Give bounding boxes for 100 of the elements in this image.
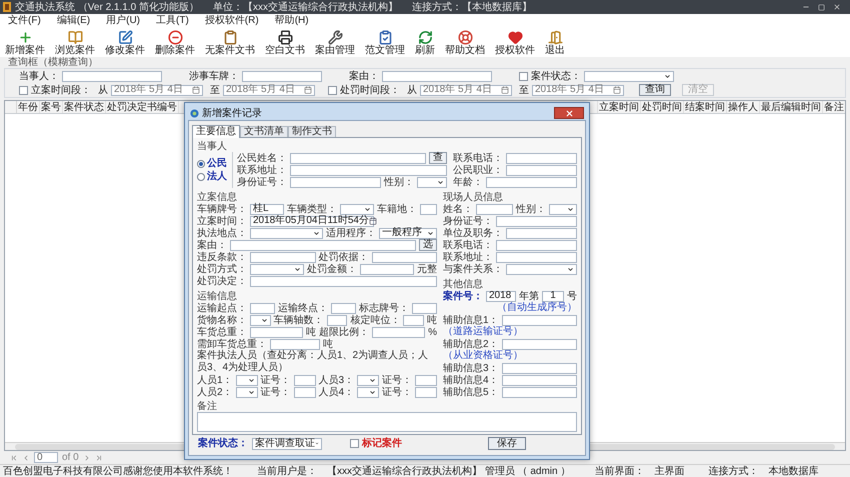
field-label: 需卸车货总重： (197, 338, 267, 350)
field-label: 核定吨位： (350, 314, 400, 326)
field-label: 人员1： (197, 374, 233, 386)
field-label: 超限比例： (319, 326, 370, 338)
checkbox-label: 立案时间段： (31, 84, 91, 96)
field-label: 辅助信息2： (443, 338, 499, 350)
staff-note: 案件执法人员（查处分离：人员1、2为调查人员；人员3、4为处理人员） (197, 350, 430, 374)
field-label: 与案件关系： (443, 264, 503, 274)
field-label: 车辆牌号： (197, 204, 247, 214)
checkbox-label: 标记案件 (362, 438, 402, 449)
field-label: 车货总重： (197, 326, 247, 338)
field-label: 姓名： (443, 204, 473, 214)
field-label: 身份证号： (443, 216, 493, 226)
field-label: 年第 (519, 290, 539, 302)
section-title: 现场人员信息 (443, 192, 503, 202)
field-label: 联系地址： (443, 252, 493, 262)
checkbox-label: 案件状态： (531, 71, 581, 82)
case-number-label: 案件号： (443, 290, 483, 302)
field-label: 从 (407, 84, 417, 96)
status-text: 当前界面： (594, 466, 644, 476)
page-count: of 0 (62, 452, 79, 463)
column-header: 年份 (17, 101, 40, 113)
field-label: 人员3： (318, 374, 354, 386)
field-label: 适用程序： (326, 228, 376, 238)
column-header: 案件状态 (63, 101, 106, 113)
field-label: 证号： (260, 386, 291, 398)
hint-text: （从业资格证号） (443, 350, 524, 362)
field-label: 性别： (384, 176, 414, 188)
field-label: 人员2： (197, 386, 233, 398)
field-label: 运输起点： (197, 302, 247, 314)
unit-label: 元整 (417, 264, 437, 274)
field-label: 号 (567, 290, 577, 302)
column-header: 操作人 (726, 101, 759, 113)
field-label: 涉事车牌： (189, 71, 239, 82)
column-header: 最后编辑时间 (759, 101, 822, 113)
field-label: 证号： (382, 374, 412, 386)
status-text: 本地数据库 (768, 466, 818, 476)
radio-label: 法人 (207, 171, 227, 182)
column-header: 处罚决定书编号 (106, 101, 179, 113)
field-label: 当事人： (19, 71, 59, 82)
unit-label: 吨 (427, 314, 438, 326)
field-label: 证号： (260, 374, 291, 386)
field-label: 单位及职务： (443, 228, 503, 238)
field-label: 运输终点： (278, 302, 328, 314)
field-label: 辅助信息3： (443, 362, 499, 374)
field-label: 案由： (349, 71, 379, 82)
field-label: 标志牌号： (359, 302, 409, 314)
column-header: 备注 (822, 101, 845, 113)
status-label: 案件状态： (198, 438, 248, 449)
unit-label: 吨 (323, 338, 333, 350)
field-label: 证号： (382, 386, 412, 398)
field-label: 处罚金额： (307, 264, 357, 274)
field-label: 年龄： (453, 176, 483, 188)
column-header: 立案时间 (597, 101, 640, 113)
status-text: 【xxx交通运输综合行政执法机构】 管理员 （ admin ） (327, 466, 570, 476)
unit-text: 单位：【xxx交通运输综合行政执法机构】 (212, 2, 398, 12)
field-label: 辅助信息5： (443, 386, 499, 398)
field-label: 公民姓名： (237, 152, 287, 164)
hint-text: （自动生成序号） (497, 302, 577, 314)
field-label: 执法地点： (197, 228, 247, 238)
group-title: 查询框（模糊查询） (8, 57, 98, 68)
field-label: 处罚方式： (197, 264, 247, 274)
window-title: 交通执法系统 （Ver 2.1.1.0 简化功能版） (15, 2, 199, 12)
field-label: 至 (519, 84, 529, 96)
unit-label: 吨 (306, 326, 316, 338)
status-text: 连接方式： (708, 466, 758, 476)
field-label: 至 (210, 84, 220, 96)
column-header: 案号 (40, 101, 63, 113)
field-label: 性别： (516, 204, 546, 214)
field-label: 联系地址： (237, 164, 287, 176)
field-label: 从 (98, 84, 108, 96)
status-text: 百色创盟电子科技有限公司感谢您使用本软件系统！ (3, 466, 233, 476)
field-label: 处罚依据： (318, 252, 368, 262)
section-title: 其他信息 (443, 278, 483, 290)
column-header: 结案时间 (683, 101, 726, 113)
field-label: 货物名称： (197, 314, 247, 326)
checkbox-label: 处罚时间段： (340, 84, 400, 96)
field-label: 身份证号： (237, 176, 287, 188)
status-text: 主界面 (654, 466, 684, 476)
column-header: 处罚时间 (640, 101, 683, 113)
section-title: 立案信息 (197, 192, 237, 202)
field-label: 车辆轴数： (274, 314, 324, 326)
field-label: 处罚决定： (197, 276, 247, 286)
field-label: 联系电话： (443, 240, 493, 250)
field-label: 立案时间： (197, 216, 247, 226)
unit-label: % (428, 326, 437, 338)
status-text: 当前用户是： (257, 466, 317, 476)
dialog-title: 新增案件记录 (202, 108, 262, 118)
field-label: 案由： (197, 240, 227, 250)
field-label: 联系电话： (453, 152, 503, 164)
field-label: 违反条款： (197, 252, 247, 262)
field-label: 车辆类型： (287, 204, 337, 214)
hint-text: （道路运输证号） (443, 326, 524, 338)
radio-label: 公民 (207, 158, 227, 169)
field-label: 辅助信息4： (443, 374, 499, 386)
field-label: 人员4： (318, 386, 354, 398)
section-title: 运输信息 (197, 290, 237, 302)
field-label: 车籍地： (377, 204, 417, 214)
field-label: 公民职业： (453, 164, 503, 176)
section-title: 备注 (197, 400, 217, 412)
